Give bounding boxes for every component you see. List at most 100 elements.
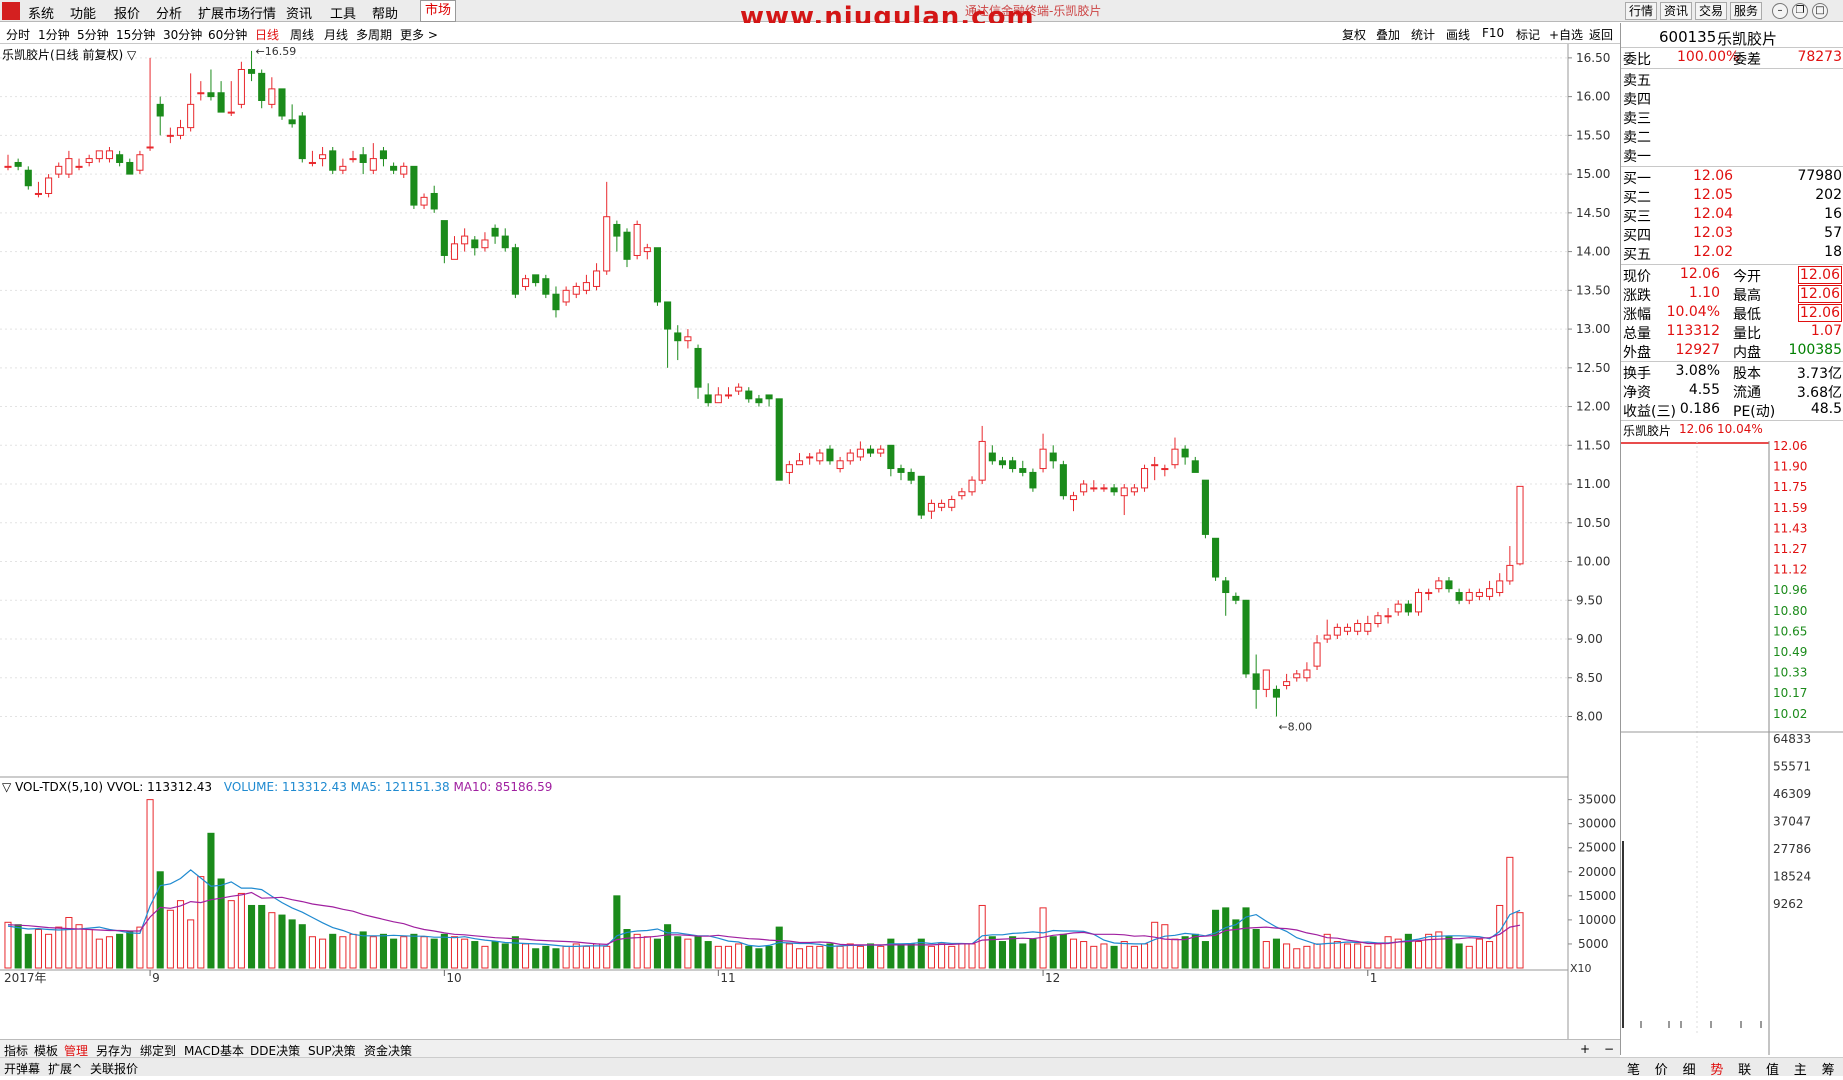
volume-bar bbox=[288, 919, 296, 969]
volume-bar bbox=[988, 936, 996, 969]
period-daily[interactable]: 日线 bbox=[255, 26, 279, 43]
candle-body bbox=[887, 444, 895, 470]
mini-pct: 10.04% bbox=[1717, 422, 1763, 436]
candle-body bbox=[1252, 673, 1260, 690]
menu-function[interactable]: 功能 bbox=[70, 3, 96, 22]
menu-system[interactable]: 系统 bbox=[28, 3, 54, 22]
quote-tab[interactable]: 值 bbox=[1759, 1059, 1786, 1078]
menu-ext-market[interactable]: 扩展市场行情 bbox=[198, 3, 276, 22]
period-30min[interactable]: 30分钟 bbox=[163, 26, 202, 43]
mini-vol-label: 46309 bbox=[1773, 787, 1811, 801]
tool-f10[interactable]: F10 bbox=[1482, 26, 1504, 40]
volume-bar bbox=[593, 943, 601, 969]
tool-back[interactable]: 返回 bbox=[1589, 26, 1613, 43]
tool-mark[interactable]: 标记 bbox=[1516, 26, 1540, 43]
minimize-icon[interactable]: – bbox=[1772, 3, 1788, 19]
candle-body bbox=[288, 119, 296, 125]
volume-bar bbox=[440, 933, 448, 969]
zoom-out-button[interactable]: − bbox=[1604, 1042, 1614, 1056]
candle-body bbox=[521, 278, 530, 287]
fund-label-2: 流通 bbox=[1733, 385, 1761, 401]
volume-bar bbox=[430, 938, 438, 969]
tool-overlay[interactable]: 叠加 bbox=[1376, 26, 1400, 43]
volume-bar bbox=[1516, 912, 1524, 969]
app-logo-icon[interactable] bbox=[2, 2, 20, 20]
period-60min[interactable]: 60分钟 bbox=[208, 26, 247, 43]
volume-bar bbox=[532, 948, 540, 969]
candle-body bbox=[1019, 468, 1027, 473]
buy-volume: 57 bbox=[1824, 225, 1842, 241]
candle-body bbox=[623, 231, 631, 260]
quote-tab[interactable]: 主 bbox=[1787, 1059, 1814, 1078]
period-multi[interactable]: 多周期 bbox=[356, 26, 392, 43]
tool-fuquan[interactable]: 复权 bbox=[1342, 26, 1366, 43]
tab-service[interactable]: 服务 bbox=[1730, 2, 1762, 20]
restore-icon[interactable]: ❐ bbox=[1792, 3, 1808, 19]
candle-body bbox=[65, 158, 73, 175]
market-button[interactable]: 市场 bbox=[420, 0, 456, 22]
stat-row: 现价 12.06 今开 12.06 bbox=[1621, 266, 1843, 285]
candle-body bbox=[1140, 468, 1149, 489]
candle-body bbox=[1090, 487, 1098, 490]
period-more[interactable]: 更多 > bbox=[400, 26, 438, 43]
period-5min[interactable]: 5分钟 bbox=[77, 26, 109, 43]
volume-bar bbox=[704, 941, 712, 969]
candle-body bbox=[1069, 495, 1078, 501]
danmaku-toggle[interactable]: 开弹幕 bbox=[4, 1060, 40, 1077]
quote-tab[interactable]: 笔 bbox=[1620, 1059, 1647, 1078]
volume-bar bbox=[1283, 943, 1291, 969]
volume-bar bbox=[1445, 936, 1453, 969]
zoom-in-button[interactable]: + bbox=[1580, 1042, 1590, 1056]
tool-add-favorite[interactable]: +自选 bbox=[1549, 26, 1583, 43]
period-monthly[interactable]: 月线 bbox=[324, 26, 348, 43]
menu-news[interactable]: 资讯 bbox=[286, 3, 312, 22]
volume-bar bbox=[1354, 943, 1362, 969]
candle-body bbox=[400, 165, 408, 175]
quote-tab[interactable]: 价 bbox=[1648, 1059, 1675, 1078]
tool-draw[interactable]: 画线 bbox=[1446, 26, 1470, 43]
candle-body bbox=[633, 223, 641, 256]
price-tick-label: 8.00 bbox=[1576, 710, 1603, 724]
price-tick-label: 9.50 bbox=[1576, 593, 1603, 607]
period-15min[interactable]: 15分钟 bbox=[116, 26, 155, 43]
volume-bar bbox=[55, 926, 63, 969]
related-quote[interactable]: 关联报价 bbox=[90, 1060, 138, 1077]
tool-stats[interactable]: 统计 bbox=[1411, 26, 1435, 43]
period-weekly[interactable]: 周线 bbox=[290, 26, 314, 43]
volume-bar bbox=[278, 914, 286, 969]
volume-bar bbox=[1181, 936, 1189, 969]
menu-bar: 系统 功能 报价 分析 扩展市场行情 资讯 工具 帮助 市场 通达信金融终端-乐… bbox=[0, 0, 1843, 32]
volume-bar bbox=[1506, 856, 1514, 969]
menu-analysis[interactable]: 分析 bbox=[156, 3, 182, 22]
candle-body bbox=[116, 154, 124, 163]
extend-toggle[interactable]: 扩展^ bbox=[48, 1060, 82, 1077]
tab-news[interactable]: 资讯 bbox=[1660, 2, 1692, 20]
candle-body bbox=[1120, 487, 1128, 497]
period-fenshi[interactable]: 分时 bbox=[6, 26, 30, 43]
intraday-mini-chart[interactable]: 12.06 11.90 11.75 11.59 11.43 11.27 11.12 10.96… bbox=[1621, 441, 1843, 1055]
candle-body bbox=[369, 158, 377, 171]
volume-bar bbox=[968, 943, 976, 969]
volume-bar bbox=[410, 933, 418, 969]
candle-body bbox=[1354, 623, 1362, 632]
fund-value-2: 3.68亿 bbox=[1796, 385, 1842, 401]
kline-chart[interactable]: 16.50 16.00 15.50 15.00 14.50 14.00 13.50 13.00… bbox=[0, 44, 1620, 1039]
mini-price-label: 11.12 bbox=[1773, 563, 1807, 577]
candle-body bbox=[207, 92, 215, 98]
menu-quote[interactable]: 报价 bbox=[114, 3, 140, 22]
candle-body bbox=[268, 88, 276, 105]
menu-tools[interactable]: 工具 bbox=[330, 3, 356, 22]
tab-trade[interactable]: 交易 bbox=[1695, 2, 1727, 20]
quote-tab[interactable]: 筹 bbox=[1815, 1059, 1842, 1078]
vol-collapse-icon[interactable]: ▽ bbox=[2, 780, 11, 794]
tab-market[interactable]: 行情 bbox=[1625, 2, 1657, 20]
quote-tab[interactable]: 势 bbox=[1703, 1059, 1730, 1078]
period-1min[interactable]: 1分钟 bbox=[38, 26, 70, 43]
quote-tab[interactable]: 联 bbox=[1731, 1059, 1758, 1078]
menu-help[interactable]: 帮助 bbox=[372, 3, 398, 22]
candle-body bbox=[1272, 688, 1281, 698]
candle-body bbox=[55, 165, 63, 175]
quote-tab[interactable]: 细 bbox=[1676, 1059, 1703, 1078]
maximize-icon[interactable]: □ bbox=[1812, 3, 1828, 19]
volume-bar bbox=[339, 936, 347, 969]
